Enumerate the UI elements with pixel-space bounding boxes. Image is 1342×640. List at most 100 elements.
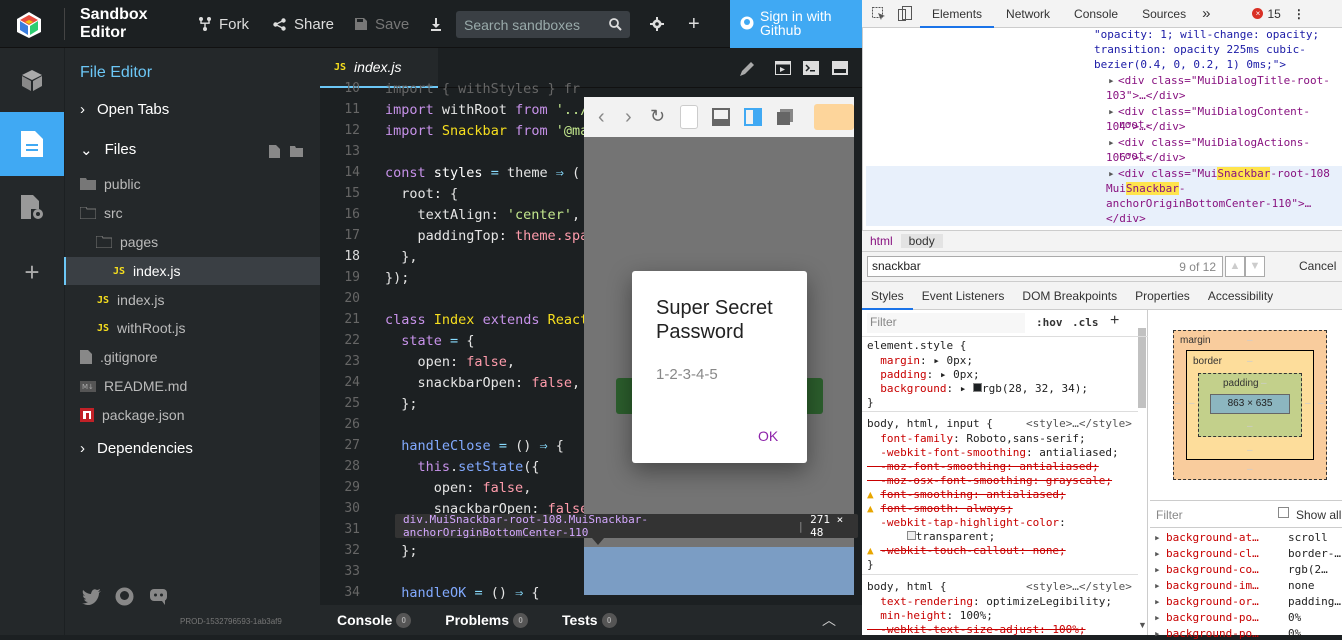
style-decl[interactable]: -webkit-tap-highlight-color: (867, 516, 1065, 529)
back-arrow-icon[interactable]: ‹ (598, 106, 605, 129)
tree-item-withroot[interactable]: JS withRoot.js (97, 314, 186, 342)
style-decl[interactable]: -webkit-font-smoothing: antialiased; (867, 446, 1118, 459)
style-decl[interactable]: margin: ▸ 0px; (867, 354, 973, 367)
preview-only-icon[interactable] (776, 108, 794, 126)
color-swatch[interactable] (906, 531, 916, 540)
chevron-up-icon[interactable]: ︿ (822, 610, 836, 630)
sidebar-project-info[interactable] (0, 48, 64, 112)
computed-filter-input[interactable]: Filter (1156, 508, 1183, 522)
find-input[interactable]: snackbar 9 of 12 (867, 256, 1223, 277)
search-sandboxes-input[interactable]: Search sandboxes (456, 11, 630, 38)
settings-button[interactable] (650, 0, 664, 48)
tree-item-pages-index[interactable]: JS index.js (113, 257, 181, 285)
twitter-icon[interactable] (82, 589, 101, 605)
tree-item-public[interactable]: public (80, 170, 141, 198)
computed-prop[interactable]: background-cl… (1166, 547, 1259, 560)
expand-triangle-icon[interactable]: ▸ (1108, 136, 1115, 149)
forward-arrow-icon[interactable]: › (625, 106, 632, 129)
computed-prop[interactable]: background-po… (1166, 611, 1259, 624)
inspect-element-icon[interactable] (872, 6, 886, 21)
codesandbox-logo-icon[interactable] (14, 10, 44, 40)
sidebar-config[interactable] (0, 176, 64, 240)
expand-triangle-icon[interactable]: ▸ (1154, 627, 1161, 640)
find-next-button[interactable]: ▼ (1245, 256, 1265, 277)
browser-preview-icon[interactable] (775, 61, 791, 75)
color-swatch[interactable] (972, 383, 982, 392)
new-sandbox-button[interactable]: + (688, 0, 700, 48)
expand-triangle-icon[interactable]: ▸ (1108, 105, 1115, 118)
devtools-tab-elements[interactable]: Elements (920, 0, 995, 28)
hov-toggle[interactable]: :hov (1036, 316, 1063, 329)
discord-icon[interactable] (149, 588, 168, 605)
bottom-tab-problems[interactable]: Problems 0 (445, 612, 529, 629)
style-decl-overridden[interactable]: -webkit-text-size-adjust: 100%; (867, 623, 1085, 636)
tree-item-readme[interactable]: M↓ README.md (80, 372, 187, 400)
devtools-tab-network[interactable]: Network (994, 0, 1062, 28)
terminal-icon[interactable] (803, 61, 819, 75)
box-content-size[interactable]: 863 × 635 (1210, 394, 1290, 414)
style-decl-invalid[interactable]: ▲ font-smoothing: antialiased; (867, 488, 1066, 501)
tree-item-src-index[interactable]: JS index.js (97, 286, 165, 314)
open-tabs-section[interactable]: › Open Tabs (80, 101, 169, 118)
preview-url-input[interactable] (680, 105, 698, 129)
scroll-down-arrow-icon[interactable]: ▼ (1138, 620, 1147, 630)
cls-toggle[interactable]: .cls (1072, 316, 1099, 329)
open-new-window-button[interactable] (814, 104, 854, 130)
tab-event-listeners[interactable]: Event Listeners (913, 282, 1014, 310)
tree-item-package[interactable]: package.json (80, 401, 185, 429)
style-decl[interactable]: padding: ▸ 0px; (867, 368, 979, 381)
devtools-tab-console[interactable]: Console (1062, 0, 1130, 28)
tab-dom-breakpoints[interactable]: DOM Breakpoints (1013, 282, 1126, 310)
new-rule-icon[interactable]: + (1110, 312, 1119, 330)
more-tabs-icon[interactable]: » (1202, 5, 1210, 22)
pencil-icon[interactable] (740, 61, 755, 76)
device-toolbar-icon[interactable] (898, 6, 912, 21)
bottom-tab-console[interactable]: Console 0 (337, 612, 412, 629)
find-prev-button[interactable]: ▲ (1225, 256, 1245, 277)
tree-item-src[interactable]: src (80, 199, 123, 227)
save-button[interactable]: Save (355, 0, 409, 48)
find-cancel-button[interactable]: Cancel (1299, 259, 1336, 273)
style-decl-invalid[interactable]: ▲ -webkit-touch-callout: none; (867, 544, 1066, 557)
style-decl-invalid[interactable]: ▲ font-smooth: always; (867, 502, 1013, 515)
new-file-icon[interactable] (269, 145, 280, 158)
tree-item-gitignore[interactable]: .gitignore (80, 343, 158, 371)
files-section[interactable]: ⌄ Files (80, 141, 136, 159)
computed-prop[interactable]: background-or… (1166, 595, 1259, 608)
computed-prop[interactable]: background-co… (1166, 563, 1259, 576)
fork-button[interactable]: Fork (199, 0, 249, 48)
refresh-icon[interactable]: ↻ (650, 106, 665, 127)
expand-triangle-icon[interactable]: ▸ (1108, 74, 1115, 87)
style-decl-overridden[interactable]: -moz-font-smoothing: antialiased; (867, 460, 1099, 473)
styles-filter-input[interactable]: Filter (867, 313, 1025, 333)
expand-triangle-icon[interactable]: ▸ (1108, 167, 1115, 180)
download-button[interactable] (430, 0, 442, 48)
dialog-ok-button[interactable]: OK (758, 428, 778, 444)
expand-triangle-icon[interactable]: ▸ (1154, 579, 1161, 592)
sign-in-github-button[interactable]: Sign in with Github (730, 0, 862, 48)
dependencies-section[interactable]: › Dependencies (80, 440, 193, 457)
tree-item-pages[interactable]: pages (96, 228, 158, 256)
styles-scrollbar[interactable] (1138, 328, 1146, 408)
tab-styles[interactable]: Styles (862, 282, 913, 310)
computed-prop[interactable]: background-at… (1166, 531, 1259, 544)
show-all-checkbox[interactable] (1278, 507, 1289, 518)
editor-only-icon[interactable] (712, 108, 730, 126)
sidebar-deploy[interactable]: + (0, 240, 64, 304)
computed-prop[interactable]: background-po… (1166, 627, 1259, 640)
expand-triangle-icon[interactable]: ▸ (1154, 611, 1161, 624)
kebab-menu-icon[interactable]: ⋮ (1293, 7, 1305, 21)
dom-node-snackbar[interactable]: <div class="MuiSnackbar-root-108 (1118, 167, 1330, 180)
tab-properties[interactable]: Properties (1126, 282, 1199, 310)
devtools-tab-sources[interactable]: Sources (1130, 0, 1198, 28)
breadcrumb-body[interactable]: body (900, 234, 943, 248)
error-counter[interactable]: × 15 (1252, 7, 1281, 21)
dom-node-dialog-title[interactable]: <div class="MuiDialogTitle-root- (1118, 74, 1330, 87)
console-panel-icon[interactable] (832, 61, 848, 75)
expand-triangle-icon[interactable]: ▸ (1154, 595, 1161, 608)
expand-triangle-icon[interactable]: ▸ (1154, 531, 1161, 544)
style-decl[interactable]: background: ▸ rgb(28, 32, 34); (867, 382, 1088, 395)
expand-triangle-icon[interactable]: ▸ (1154, 547, 1161, 560)
sidebar-file-editor[interactable] (0, 112, 64, 176)
breadcrumb-html[interactable]: html (862, 234, 901, 248)
